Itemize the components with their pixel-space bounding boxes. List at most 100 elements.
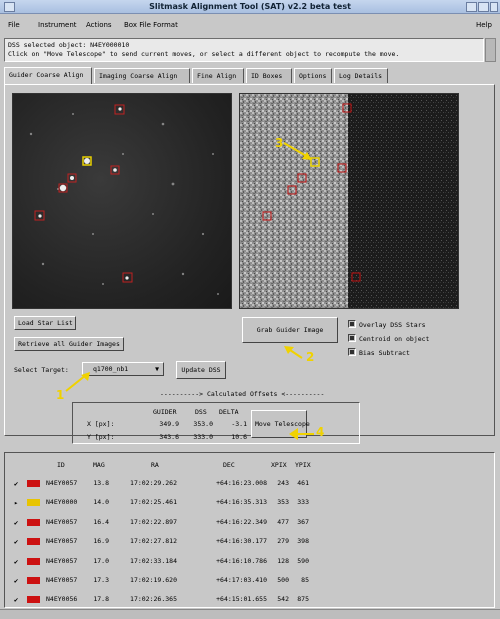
cell-dec: +64:16:35.313 [216, 498, 267, 507]
table-row[interactable]: ✔ N4EY0057 16.9 17:02:27.812 +64:16:30.177 27… [5, 532, 494, 550]
row-status-icon[interactable]: ✔ [14, 538, 18, 546]
row-status-icon[interactable]: ✔ [14, 480, 18, 488]
cell-ypix: 461 [297, 479, 309, 487]
cell-id: N4EY0056 [46, 595, 78, 604]
select-target-label: Select Target: [14, 366, 69, 374]
row-color-swatch [27, 557, 40, 565]
centroid-label: Centroid on object [359, 335, 430, 343]
target-select[interactable]: q1700_nb1 ▼ [82, 362, 164, 376]
header-dec: DEC [223, 461, 235, 469]
cell-id: N4EY0057 [46, 479, 78, 487]
cell-ypix: 875 [297, 595, 309, 604]
offsets-y-dss: 333.0 [193, 433, 213, 441]
menu-file[interactable]: File [8, 15, 20, 35]
offsets-x-guider: 349.9 [159, 420, 179, 428]
table-row[interactable]: ✔ N4EY0056 17.8 17:02:26.365 +64:15:01.655 54… [5, 590, 494, 608]
overlay-dss-stars-checkbox[interactable]: Overlay DSS Stars [348, 320, 426, 330]
row-color-swatch [27, 480, 40, 487]
message-area[interactable]: DSS selected object: N4EY000010 Click on… [4, 38, 484, 62]
bias-subtract-label: Bias Subtract [359, 349, 410, 357]
cell-ypix: 398 [297, 537, 309, 546]
annotation-number-4: 4 [316, 425, 325, 439]
tab-guider-coarse-align[interactable]: Guider Coarse Align [4, 67, 92, 84]
cell-ypix: 367 [297, 517, 309, 526]
update-dss-button[interactable]: Update DSS [176, 361, 226, 379]
cell-ra: 17:02:19.620 [130, 576, 177, 584]
cell-id: N4EY0057 [46, 556, 78, 565]
offsets-x-label: X [px]: [87, 420, 115, 428]
menu-box-file-format[interactable]: Box File Format [124, 15, 178, 35]
menu-bar: File Instrument Actions Box File Format … [0, 15, 500, 35]
tab-imaging-coarse-align[interactable]: Imaging Coarse Align [94, 68, 190, 83]
tab-options[interactable]: Options [294, 68, 332, 83]
guider-image[interactable] [12, 93, 232, 309]
guider-image-canvas [29, 104, 219, 295]
table-row[interactable]: ✔ N4EY0057 17.3 17:02:19.620 +64:17:03.410 50… [5, 571, 494, 589]
annotation-arrow-3 [283, 142, 312, 160]
window-menu-button[interactable] [4, 2, 15, 12]
annotation-arrow-4 [289, 428, 314, 440]
table-row[interactable]: ✔ N4EY0057 16.4 17:02:22.897 +64:16:22.349 47… [5, 513, 494, 531]
cell-xpix: 279 [277, 537, 289, 546]
window-title-bar: Slitmask Alignment Tool (SAT) v2.2 beta … [0, 0, 500, 14]
offsets-title: ----------> Calculated Offsets <--------… [160, 390, 325, 398]
message-scrollbar[interactable] [485, 38, 496, 62]
row-color-swatch [27, 577, 40, 584]
row-status-icon[interactable]: ▸ [14, 499, 18, 507]
star-list: ID MAG RA DEC XPIX YPIX ✔ N4EY0057 13.8 17:… [4, 452, 495, 608]
tab-fine-align[interactable]: Fine Align [192, 68, 244, 83]
table-row[interactable]: ✔ N4EY0057 13.8 17:02:29.262 +64:16:23.008 24… [5, 474, 494, 492]
load-star-list-button[interactable]: Load Star List [14, 316, 76, 330]
header-id: ID [57, 461, 65, 469]
annotation-arrow-1 [65, 372, 90, 392]
row-color-swatch [27, 538, 40, 546]
row-status-icon[interactable]: ✔ [14, 577, 18, 585]
cell-dec: +64:17:03.410 [216, 576, 267, 584]
cell-ypix: 333 [297, 498, 309, 507]
cell-ra: 17:02:27.812 [130, 537, 177, 546]
grab-guider-image-button[interactable]: Grab Guider Image [242, 317, 338, 343]
tab-id-boxes[interactable]: ID Boxes [246, 68, 292, 83]
cell-xpix: 353 [277, 498, 289, 507]
offsets-y-guider: 343.6 [159, 433, 179, 441]
cell-dec: +64:16:10.786 [216, 556, 267, 565]
cell-ra: 17:02:29.262 [130, 479, 177, 487]
row-status-icon[interactable]: ✔ [14, 519, 18, 527]
cell-ypix: 85 [301, 576, 309, 584]
cell-xpix: 477 [277, 517, 289, 526]
table-row[interactable]: ✔ N4EY0057 17.0 17:02:33.184 +64:16:10.786 12… [5, 552, 494, 570]
cell-dec: +64:16:23.008 [216, 479, 267, 487]
menu-instrument[interactable]: Instrument [38, 15, 77, 35]
header-xpix: XPIX [271, 461, 287, 469]
tab-log-details[interactable]: Log Details [334, 68, 388, 83]
cell-ra: 17:02:33.184 [130, 556, 177, 565]
menu-actions[interactable]: Actions [86, 15, 112, 35]
dropdown-icon: ▼ [155, 365, 159, 373]
centroid-checkbox[interactable]: Centroid on object [348, 334, 429, 344]
annotation-arrow-2 [284, 346, 303, 359]
row-status-icon[interactable]: ✔ [14, 596, 18, 604]
retrieve-guider-images-button[interactable]: Retrieve all Guider Images [14, 337, 124, 351]
cell-ra: 17:02:26.365 [130, 595, 177, 604]
checkbox-indicator [348, 320, 356, 328]
menu-help[interactable]: Help [476, 15, 492, 35]
cell-ra: 17:02:22.897 [130, 517, 177, 526]
cell-id: N4EY0057 [46, 537, 78, 546]
table-row[interactable]: ▸ N4EY0000 14.0 17:02:25.461 +64:16:35.313 35… [5, 493, 494, 511]
close-button[interactable] [490, 2, 498, 12]
star-list-header: ID MAG RA DEC XPIX YPIX [5, 453, 494, 473]
bias-subtract-checkbox[interactable]: Bias Subtract [348, 348, 410, 358]
cell-ypix: 590 [297, 556, 309, 565]
cell-id: N4EY0057 [46, 576, 78, 584]
cell-dec: +64:15:01.655 [216, 595, 267, 604]
cell-dec: +64:16:22.349 [216, 517, 267, 526]
minimize-button[interactable] [466, 2, 477, 12]
checkbox-indicator [348, 348, 356, 356]
dss-image[interactable] [239, 93, 459, 309]
maximize-button[interactable] [478, 2, 489, 12]
offsets-x-dss: 353.0 [193, 420, 213, 428]
header-mag: MAG [93, 461, 105, 469]
row-status-icon[interactable]: ✔ [14, 558, 18, 566]
cell-dec: +64:16:30.177 [216, 537, 267, 546]
row-color-swatch [27, 499, 40, 507]
